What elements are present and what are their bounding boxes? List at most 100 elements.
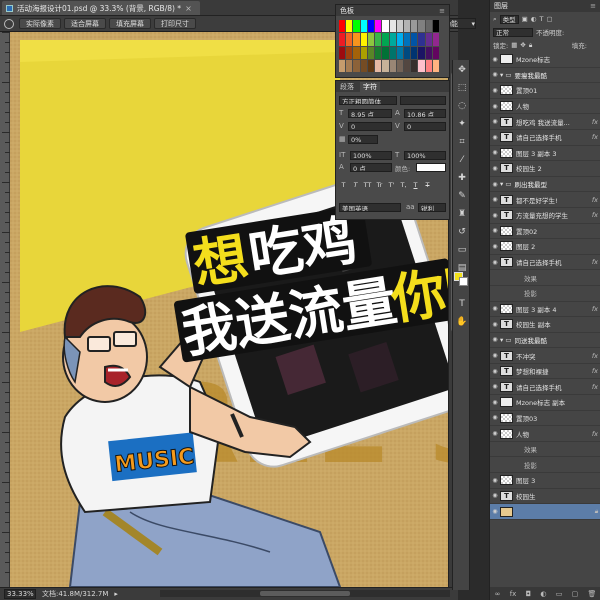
visibility-eye-icon[interactable]: ◉ — [490, 399, 500, 406]
visibility-eye-icon[interactable]: ◉ — [490, 227, 500, 234]
faux-italic-button[interactable]: T — [351, 181, 360, 189]
history-brush-icon[interactable]: ↺ — [456, 226, 468, 238]
color-swatch[interactable] — [418, 33, 425, 46]
layer-row[interactable]: ◉ T 梦想和裸捷 fx — [490, 364, 600, 380]
layer-row[interactable]: ◉ 置顶03 — [490, 411, 600, 427]
text-color-swatch[interactable] — [416, 163, 446, 172]
brush-tool-icon[interactable]: ✎ — [456, 190, 468, 202]
layer-fx-icon[interactable]: fx — [592, 211, 598, 219]
color-swatch[interactable] — [411, 20, 418, 33]
layer-fx-icon[interactable]: fx — [592, 367, 598, 375]
clone-stamp-icon[interactable]: ♜ — [456, 208, 468, 220]
color-swatch[interactable] — [403, 46, 411, 59]
visibility-eye-icon[interactable]: ◉ — [490, 71, 500, 78]
layer-fx-icon[interactable]: fx — [592, 430, 598, 438]
color-swatch[interactable] — [396, 46, 403, 59]
layer-row[interactable]: ◉ Mzone标志 副本 — [490, 395, 600, 411]
zoom-level-field[interactable]: 33.33% — [4, 589, 36, 599]
document-size-info[interactable]: 文档:41.8M/312.7M — [42, 589, 108, 599]
print-size-button[interactable]: 打印尺寸 — [154, 18, 196, 29]
layer-fx-icon[interactable]: fx — [592, 352, 598, 360]
color-swatch[interactable] — [353, 33, 360, 46]
panel-menu-icon[interactable]: ≡ — [439, 7, 445, 15]
color-swatch[interactable] — [353, 20, 360, 33]
color-swatch[interactable] — [411, 33, 418, 46]
color-swatch[interactable] — [346, 59, 353, 72]
subscript-button[interactable]: T, — [399, 181, 408, 189]
layer-row[interactable]: 投影 — [490, 286, 600, 302]
tab-paragraph[interactable]: 段落 — [340, 82, 354, 92]
layer-row[interactable]: ◉ 图层 3 副本 4 fx — [490, 302, 600, 318]
horizontal-scrollbar[interactable] — [160, 590, 450, 597]
color-swatch[interactable] — [382, 46, 389, 59]
horizontal-scale-field[interactable]: 100% — [404, 151, 446, 160]
color-swatch[interactable] — [389, 46, 396, 59]
color-swatch[interactable] — [375, 46, 382, 59]
visibility-eye-icon[interactable]: ◉ — [490, 336, 500, 343]
layer-group-row[interactable]: ◉ ▾ ▭ 同送我最酷 — [490, 333, 600, 349]
color-swatch[interactable] — [418, 46, 425, 59]
close-icon[interactable]: × — [185, 4, 192, 13]
layer-row[interactable]: ◉ T 想吃鸡 我送流量... fx — [490, 114, 600, 130]
color-swatch[interactable] — [403, 33, 411, 46]
vertical-scale-field[interactable]: 100% — [350, 151, 392, 160]
visibility-eye-icon[interactable]: ◉ — [490, 212, 500, 219]
color-swatch[interactable] — [346, 33, 353, 46]
layer-filter-select[interactable]: 类型 — [499, 14, 519, 24]
fill-screen-button[interactable]: 填充屏幕 — [109, 18, 151, 29]
language-select[interactable]: 美国英语 — [339, 203, 401, 212]
crop-tool-icon[interactable]: ⌗ — [456, 136, 468, 148]
lock-pixels-icon[interactable]: ▦ — [511, 41, 517, 49]
swatch-grid[interactable] — [339, 20, 439, 72]
color-swatch[interactable] — [367, 33, 375, 46]
visibility-eye-icon[interactable]: ◉ — [490, 508, 500, 515]
color-swatch[interactable] — [375, 20, 382, 33]
baseline-shift-field[interactable]: 0 点 — [350, 163, 392, 172]
layer-row[interactable]: ◉ T 请自己选择手机 fx — [490, 255, 600, 271]
color-swatch[interactable] — [375, 59, 382, 72]
color-swatch[interactable] — [418, 59, 425, 72]
font-style-select[interactable] — [400, 96, 446, 105]
layer-row[interactable]: 投影 — [490, 457, 600, 474]
layer-row[interactable]: ◉ Mzone标志 — [490, 52, 600, 68]
visibility-eye-icon[interactable]: ◉ — [490, 243, 500, 250]
layer-group-row[interactable]: ◉ ▾ ▭ 刷出我最型 — [490, 177, 600, 193]
layer-row[interactable]: ◉ 🔒︎ — [490, 504, 600, 520]
visibility-eye-icon[interactable]: ◉ — [490, 352, 500, 359]
zoom-tool-icon[interactable] — [4, 18, 14, 29]
actual-pixels-button[interactable]: 实际像素 — [19, 18, 61, 29]
layer-row[interactable]: ◉ 图层 3 副本 3 — [490, 146, 600, 162]
new-group-icon[interactable]: ▭ — [556, 590, 563, 598]
color-swatch[interactable] — [382, 33, 389, 46]
font-family-select[interactable]: 方正粗圆简体 — [339, 96, 397, 105]
color-swatch[interactable] — [360, 59, 367, 72]
color-swatch[interactable] — [382, 20, 389, 33]
fit-screen-button[interactable]: 适合屏幕 — [64, 18, 106, 29]
layer-row[interactable]: ◉ T 方流量充想的学生 fx — [490, 208, 600, 224]
lock-all-icon[interactable]: 🔒︎ — [529, 41, 532, 50]
filter-adjustment-icon[interactable]: ◐ — [531, 15, 537, 23]
layer-row[interactable]: ◉ T 请自己选择手机 fx — [490, 130, 600, 146]
tsume-field[interactable]: 0% — [348, 135, 378, 144]
layer-row[interactable]: ◉ 置顶02 — [490, 224, 600, 240]
visibility-eye-icon[interactable]: ◉ — [490, 492, 500, 499]
document-tab[interactable]: 活动海报设计01.psd @ 33.3% (背景, RGB/8) * × — [2, 1, 200, 15]
color-swatch[interactable] — [367, 20, 375, 33]
antialias-select[interactable]: 锐利 — [418, 203, 446, 212]
layer-row[interactable]: 效果 — [490, 442, 600, 458]
color-swatch[interactable] — [432, 46, 439, 59]
layer-row[interactable]: ◉ 人物 fx — [490, 426, 600, 442]
layer-row[interactable]: ◉ T 请自己选择手机 fx — [490, 379, 600, 396]
color-swatch[interactable] — [432, 33, 439, 46]
eraser-tool-icon[interactable]: ▭ — [456, 244, 468, 256]
layer-row[interactable]: ◉ T 不冲突 fx — [490, 348, 600, 364]
lock-position-icon[interactable]: ✥ — [520, 41, 525, 49]
visibility-eye-icon[interactable]: ◉ — [490, 196, 500, 203]
layer-group-row[interactable]: ◉ ▾ ▭ 要瘦我最酷 — [490, 68, 600, 84]
strikethrough-button[interactable]: T — [423, 181, 432, 189]
visibility-eye-icon[interactable]: ◉ — [490, 414, 500, 421]
magic-wand-icon[interactable]: ✦ — [456, 118, 468, 130]
visibility-eye-icon[interactable]: ◉ — [490, 430, 500, 437]
color-swatch[interactable] — [432, 59, 439, 72]
color-swatch[interactable] — [367, 46, 375, 59]
